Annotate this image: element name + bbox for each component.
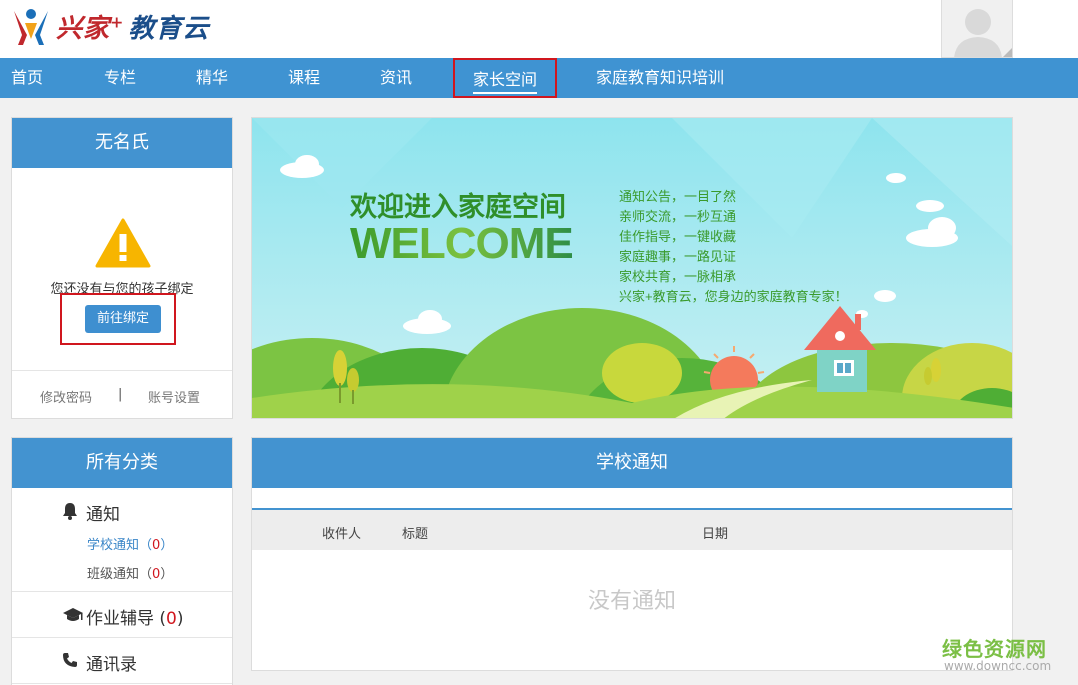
logo-icon [14, 9, 48, 45]
categories-title: 所有分类 [12, 438, 232, 488]
nav-courses[interactable]: 课程 [288, 58, 320, 98]
banner-line-4: 家庭趣事，一路见证 [619, 249, 736, 264]
link-separator: | [118, 387, 123, 402]
school-notice-label: 学校通知 [87, 538, 140, 553]
class-notice-count: 0 [152, 567, 161, 582]
nav-featured[interactable]: 精华 [196, 58, 228, 98]
empty-notice-text: 没有通知 [587, 589, 676, 614]
banner-welcome: WELCOME [350, 219, 573, 268]
logo-plus: + [110, 11, 125, 31]
column-date: 日期 [702, 527, 729, 542]
phone-icon [63, 653, 77, 667]
bind-button[interactable]: 前往绑定 [85, 305, 161, 333]
bind-highlight: 前往绑定 [60, 293, 176, 345]
header: 兴家+ 教育云 [0, 0, 1078, 58]
category-notice: 通知 学校通知（0） 班级通知（0） [12, 488, 232, 592]
nav-parent-space[interactable]: 家长空间 [453, 58, 557, 98]
banner-heading: 欢迎进入家庭空间 [349, 191, 566, 222]
school-notice-link[interactable]: 学校通知（0） [87, 534, 173, 553]
notice-table-header: 收件人 标题 日期 [252, 508, 1012, 550]
category-contacts[interactable]: 通讯录 [12, 638, 232, 684]
logo-main: 兴家 [56, 13, 111, 44]
homework-label: 作业辅导 (0) [86, 609, 184, 629]
user-silhouette-icon [942, 0, 1012, 57]
profile-panel: 无名氏 您还没有与您的孩子绑定 前往绑定 修改密码 | 账号设置 [11, 117, 233, 419]
banner-line-2: 亲师交流，一秒互通 [619, 209, 736, 224]
column-recipient: 收件人 [322, 527, 362, 542]
main-nav: 首页 专栏 精华 课程 资讯 家长空间 家庭教育知识培训 [0, 58, 1078, 98]
banner-line-5: 家校共育，一脉相承 [619, 269, 736, 284]
categories-panel: 所有分类 通知 学校通知（0） 班级通知（0） 作业辅导 (0) 通讯录 [11, 437, 233, 685]
contacts-label: 通讯录 [86, 655, 137, 675]
account-links: 修改密码 | 账号设置 [12, 370, 232, 418]
nav-parent-space-label: 家长空间 [472, 70, 537, 94]
warning-icon [95, 218, 151, 268]
banner-line-3: 佳作指导，一键收藏 [619, 229, 736, 244]
watermark-logo: 绿色资源网 [942, 637, 1047, 661]
logo[interactable]: 兴家+ 教育云 [10, 4, 209, 48]
nav-family-training[interactable]: 家庭教育知识培训 [596, 58, 724, 98]
graduation-cap-icon [63, 608, 83, 621]
category-notice-label[interactable]: 通知 [86, 500, 120, 525]
logo-sub: 教育云 [128, 13, 210, 44]
avatar[interactable] [941, 0, 1013, 58]
logo-text: 兴家+ 教育云 [56, 8, 209, 45]
banner-line-1: 通知公告，一目了然 [619, 189, 736, 204]
change-password-link[interactable]: 修改密码 [40, 387, 92, 406]
category-homework[interactable]: 作业辅导 (0) [12, 592, 232, 638]
column-title: 标题 [402, 527, 429, 542]
class-notice-link[interactable]: 班级通知（0） [87, 563, 173, 582]
homework-label-text: 作业辅导 [86, 609, 154, 629]
nav-home[interactable]: 首页 [11, 58, 43, 98]
bell-icon [63, 503, 77, 520]
profile-name: 无名氏 [12, 118, 232, 168]
welcome-banner: 欢迎进入家庭空间 WELCOME 通知公告，一目了然 亲师交流，一秒互通 佳作指… [251, 117, 1013, 419]
account-settings-link[interactable]: 账号设置 [148, 387, 200, 406]
watermark-url: www.downcc.com [944, 659, 1052, 673]
banner-illustration: 欢迎进入家庭空间 WELCOME 通知公告，一目了然 亲师交流，一秒互通 佳作指… [252, 118, 1012, 418]
class-notice-label: 班级通知 [87, 567, 140, 582]
homework-count: 0 [166, 609, 177, 629]
nav-news[interactable]: 资讯 [380, 58, 412, 98]
school-notice-title: 学校通知 [252, 438, 1012, 488]
banner-line-6: 兴家+教育云，您身边的家庭教育专家！ [619, 289, 848, 304]
school-notice-count: 0 [152, 538, 161, 553]
school-notice-panel: 学校通知 收件人 标题 日期 没有通知 [251, 437, 1013, 671]
nav-column[interactable]: 专栏 [104, 58, 136, 98]
